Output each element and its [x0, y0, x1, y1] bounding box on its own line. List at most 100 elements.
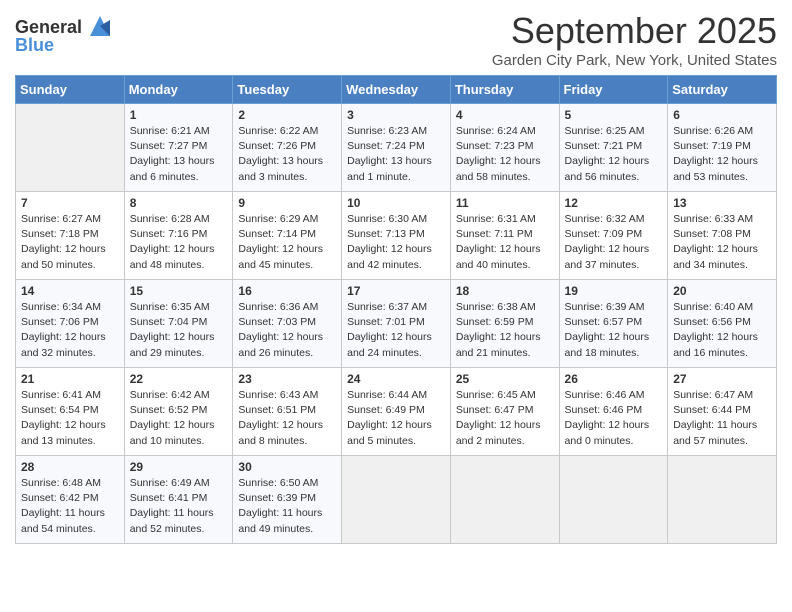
- calendar-cell: 10 Sunrise: 6:30 AMSunset: 7:13 PMDayligh…: [342, 192, 451, 280]
- day-number: 6: [673, 108, 771, 122]
- day-info: Sunrise: 6:32 AMSunset: 7:09 PMDaylight:…: [565, 212, 663, 273]
- day-number: 13: [673, 196, 771, 210]
- day-info: Sunrise: 6:38 AMSunset: 6:59 PMDaylight:…: [456, 300, 554, 361]
- day-info: Sunrise: 6:48 AMSunset: 6:42 PMDaylight:…: [21, 476, 119, 537]
- calendar-cell: 8 Sunrise: 6:28 AMSunset: 7:16 PMDaylight…: [124, 192, 233, 280]
- day-number: 21: [21, 372, 119, 386]
- calendar-week-row: 28 Sunrise: 6:48 AMSunset: 6:42 PMDayligh…: [16, 456, 777, 544]
- day-number: 14: [21, 284, 119, 298]
- logo-icon: [86, 12, 114, 40]
- day-number: 1: [130, 108, 228, 122]
- day-number: 27: [673, 372, 771, 386]
- day-info: Sunrise: 6:44 AMSunset: 6:49 PMDaylight:…: [347, 388, 445, 449]
- day-info: Sunrise: 6:22 AMSunset: 7:26 PMDaylight:…: [238, 124, 336, 185]
- day-info: Sunrise: 6:31 AMSunset: 7:11 PMDaylight:…: [456, 212, 554, 273]
- header: General Blue September 2025 Garden City …: [15, 10, 777, 69]
- calendar-cell: [668, 456, 777, 544]
- day-number: 26: [565, 372, 663, 386]
- day-info: Sunrise: 6:42 AMSunset: 6:52 PMDaylight:…: [130, 388, 228, 449]
- header-cell-thursday: Thursday: [450, 76, 559, 104]
- day-number: 30: [238, 460, 336, 474]
- day-number: 19: [565, 284, 663, 298]
- day-number: 10: [347, 196, 445, 210]
- calendar-cell: 24Sunrise: 6:44 AMSunset: 6:49 PMDayligh…: [342, 368, 451, 456]
- calendar-week-row: 7 Sunrise: 6:27 AMSunset: 7:18 PMDaylight…: [16, 192, 777, 280]
- day-info: Sunrise: 6:45 AMSunset: 6:47 PMDaylight:…: [456, 388, 554, 449]
- calendar-cell: 7 Sunrise: 6:27 AMSunset: 7:18 PMDaylight…: [16, 192, 125, 280]
- title-area: September 2025 Garden City Park, New Yor…: [492, 10, 777, 69]
- day-number: 15: [130, 284, 228, 298]
- day-info: Sunrise: 6:26 AMSunset: 7:19 PMDaylight:…: [673, 124, 771, 185]
- header-cell-sunday: Sunday: [16, 76, 125, 104]
- day-info: Sunrise: 6:47 AMSunset: 6:44 PMDaylight:…: [673, 388, 771, 449]
- day-info: Sunrise: 6:29 AMSunset: 7:14 PMDaylight:…: [238, 212, 336, 273]
- header-cell-monday: Monday: [124, 76, 233, 104]
- calendar-cell: 19 Sunrise: 6:39 AMSunset: 6:57 PMDayligh…: [559, 280, 668, 368]
- day-number: 8: [130, 196, 228, 210]
- month-title: September 2025: [492, 10, 777, 52]
- calendar-cell: 29Sunrise: 6:49 AMSunset: 6:41 PMDayligh…: [124, 456, 233, 544]
- header-cell-tuesday: Tuesday: [233, 76, 342, 104]
- day-number: 9: [238, 196, 336, 210]
- calendar-cell: 21Sunrise: 6:41 AMSunset: 6:54 PMDayligh…: [16, 368, 125, 456]
- calendar-cell: 5Sunrise: 6:25 AMSunset: 7:21 PMDaylight…: [559, 104, 668, 192]
- day-info: Sunrise: 6:40 AMSunset: 6:56 PMDaylight:…: [673, 300, 771, 361]
- day-info: Sunrise: 6:24 AMSunset: 7:23 PMDaylight:…: [456, 124, 554, 185]
- calendar-cell: 13 Sunrise: 6:33 AMSunset: 7:08 PMDayligh…: [668, 192, 777, 280]
- day-info: Sunrise: 6:46 AMSunset: 6:46 PMDaylight:…: [565, 388, 663, 449]
- day-info: Sunrise: 6:23 AMSunset: 7:24 PMDaylight:…: [347, 124, 445, 185]
- location: Garden City Park, New York, United State…: [492, 52, 777, 69]
- calendar-cell: 27 Sunrise: 6:47 AMSunset: 6:44 PMDayligh…: [668, 368, 777, 456]
- calendar-week-row: 21Sunrise: 6:41 AMSunset: 6:54 PMDayligh…: [16, 368, 777, 456]
- calendar-cell: [16, 104, 125, 192]
- calendar-week-row: 1 Sunrise: 6:21 AMSunset: 7:27 PMDaylight…: [16, 104, 777, 192]
- day-info: Sunrise: 6:27 AMSunset: 7:18 PMDaylight:…: [21, 212, 119, 273]
- day-number: 3: [347, 108, 445, 122]
- day-number: 2: [238, 108, 336, 122]
- day-number: 17: [347, 284, 445, 298]
- calendar-cell: 2 Sunrise: 6:22 AMSunset: 7:26 PMDaylight…: [233, 104, 342, 192]
- day-number: 16: [238, 284, 336, 298]
- calendar-cell: 15 Sunrise: 6:35 AMSunset: 7:04 PMDayligh…: [124, 280, 233, 368]
- day-info: Sunrise: 6:35 AMSunset: 7:04 PMDaylight:…: [130, 300, 228, 361]
- day-number: 11: [456, 196, 554, 210]
- day-number: 29: [130, 460, 228, 474]
- calendar-cell: [342, 456, 451, 544]
- day-info: Sunrise: 6:33 AMSunset: 7:08 PMDaylight:…: [673, 212, 771, 273]
- day-number: 7: [21, 196, 119, 210]
- day-number: 28: [21, 460, 119, 474]
- day-number: 12: [565, 196, 663, 210]
- day-number: 4: [456, 108, 554, 122]
- day-info: Sunrise: 6:39 AMSunset: 6:57 PMDaylight:…: [565, 300, 663, 361]
- calendar-cell: 14 Sunrise: 6:34 AMSunset: 7:06 PMDayligh…: [16, 280, 125, 368]
- calendar-week-row: 14 Sunrise: 6:34 AMSunset: 7:06 PMDayligh…: [16, 280, 777, 368]
- day-info: Sunrise: 6:34 AMSunset: 7:06 PMDaylight:…: [21, 300, 119, 361]
- day-number: 5: [565, 108, 663, 122]
- header-cell-wednesday: Wednesday: [342, 76, 451, 104]
- day-number: 23: [238, 372, 336, 386]
- calendar-cell: 6 Sunrise: 6:26 AMSunset: 7:19 PMDaylight…: [668, 104, 777, 192]
- day-number: 18: [456, 284, 554, 298]
- day-info: Sunrise: 6:37 AMSunset: 7:01 PMDaylight:…: [347, 300, 445, 361]
- calendar-cell: 23 Sunrise: 6:43 AMSunset: 6:51 PMDayligh…: [233, 368, 342, 456]
- calendar-cell: [559, 456, 668, 544]
- header-cell-friday: Friday: [559, 76, 668, 104]
- day-info: Sunrise: 6:30 AMSunset: 7:13 PMDaylight:…: [347, 212, 445, 273]
- logo: General Blue: [15, 16, 114, 56]
- day-info: Sunrise: 6:50 AMSunset: 6:39 PMDaylight:…: [238, 476, 336, 537]
- calendar-cell: 11 Sunrise: 6:31 AMSunset: 7:11 PMDayligh…: [450, 192, 559, 280]
- calendar-body: 1 Sunrise: 6:21 AMSunset: 7:27 PMDaylight…: [16, 104, 777, 544]
- calendar-cell: [450, 456, 559, 544]
- calendar-cell: 16Sunrise: 6:36 AMSunset: 7:03 PMDayligh…: [233, 280, 342, 368]
- day-number: 22: [130, 372, 228, 386]
- calendar-cell: 20 Sunrise: 6:40 AMSunset: 6:56 PMDayligh…: [668, 280, 777, 368]
- day-info: Sunrise: 6:28 AMSunset: 7:16 PMDaylight:…: [130, 212, 228, 273]
- day-number: 25: [456, 372, 554, 386]
- calendar-cell: 22 Sunrise: 6:42 AMSunset: 6:52 PMDayligh…: [124, 368, 233, 456]
- day-info: Sunrise: 6:21 AMSunset: 7:27 PMDaylight:…: [130, 124, 228, 185]
- calendar-table: SundayMondayTuesdayWednesdayThursdayFrid…: [15, 75, 777, 544]
- day-info: Sunrise: 6:43 AMSunset: 6:51 PMDaylight:…: [238, 388, 336, 449]
- calendar-cell: 18 Sunrise: 6:38 AMSunset: 6:59 PMDayligh…: [450, 280, 559, 368]
- day-number: 20: [673, 284, 771, 298]
- calendar-header-row: SundayMondayTuesdayWednesdayThursdayFrid…: [16, 76, 777, 104]
